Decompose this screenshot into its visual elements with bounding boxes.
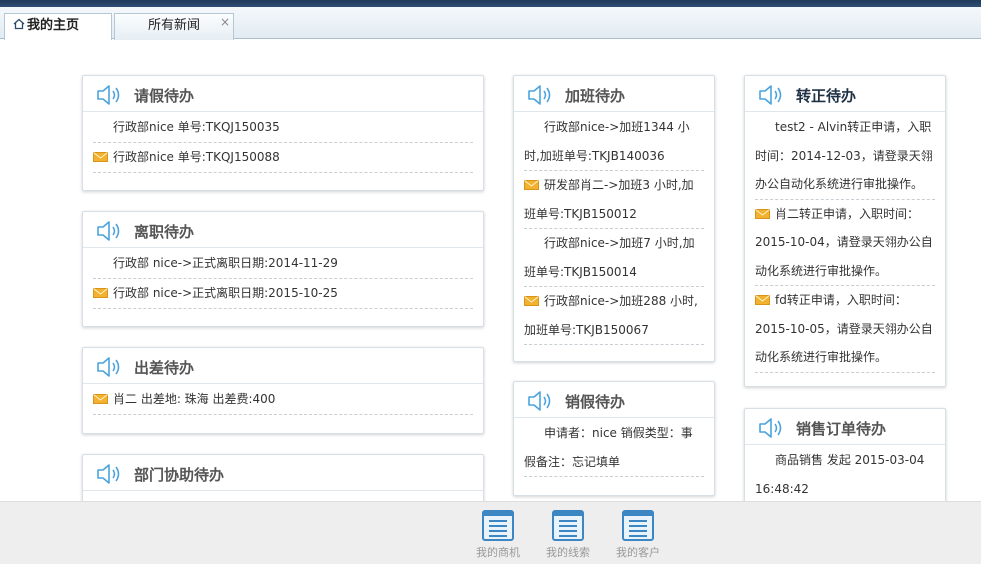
dashboard: 请假待办 行政部nice 单号:TKQJ150035 行政部nice 单号:TK… (0, 40, 981, 501)
panel-trip: 出差待办 肖二 出差地: 珠海 出差费:400 (82, 347, 484, 434)
panel-cancel-leave: 销假待办 申请者：nice 销假类型：事假备注：忘记填单 (513, 381, 715, 496)
panel-leave: 请假待办 行政部nice 单号:TKQJ150035 行政部nice 单号:TK… (82, 75, 484, 191)
tab-label: 我的主页 (27, 18, 80, 33)
speaker-icon (97, 464, 120, 484)
my-opportunities-button[interactable]: 我的商机 (468, 510, 528, 560)
speaker-icon (759, 85, 782, 105)
mail-icon (524, 180, 539, 190)
mail-icon (93, 288, 108, 298)
my-leads-button[interactable]: 我的线索 (538, 510, 598, 560)
speaker-icon (97, 221, 120, 241)
list-item[interactable]: 研发部肖二->加班3 小时,加班单号:TKJB150012 (524, 171, 704, 229)
panel-header: 请假待办 (83, 76, 483, 112)
list-item[interactable]: 行政部nice 单号:TKQJ150088 (93, 143, 473, 173)
list-item[interactable]: 商品销售 发起 2015-03-04 16:48:42 (755, 446, 935, 501)
list-icon (552, 510, 584, 541)
panel-header: 销售订单待办 (745, 409, 945, 445)
speaker-icon (97, 85, 120, 105)
panel-title: 离职待办 (134, 223, 195, 241)
panel-title: 加班待办 (565, 87, 626, 105)
list-item[interactable]: 行政部nice 单号:TKQJ150035 (93, 113, 473, 143)
panel-header: 部门协助待办 (83, 455, 483, 491)
my-customers-button[interactable]: 我的客户 (608, 510, 668, 560)
list-item[interactable]: 申请者：nice 销假类型：事假备注：忘记填单 (524, 419, 704, 477)
close-icon[interactable]: × (220, 10, 230, 34)
panel-regularization: 转正待办 test2 - Alvin转正申请，入职时间：2014-12-03，请… (744, 75, 946, 387)
panel-resign: 离职待办 行政部 nice->正式离职日期:2014-11-29 行政部 nic… (82, 211, 484, 327)
speaker-icon (528, 391, 551, 411)
tab-all-news[interactable]: 所有新闻 × (114, 13, 234, 40)
home-icon (13, 18, 25, 30)
list-icon (482, 510, 514, 541)
mail-icon (524, 296, 539, 306)
tab-bar: 我的主页 所有新闻 × (0, 7, 981, 41)
list-icon (622, 510, 654, 541)
panel-title: 出差待办 (134, 359, 195, 377)
list-item[interactable]: 行政部 nice->正式离职日期:2015-10-25 (93, 279, 473, 309)
top-banner (0, 0, 981, 7)
speaker-icon (759, 418, 782, 438)
panel-title: 请假待办 (134, 87, 195, 105)
panel-dept-assist: 部门协助待办 (82, 454, 484, 501)
list-item[interactable]: 肖二转正申请，入职时间：2015-10-04，请登录天翎办公自动化系统进行审批操… (755, 200, 935, 286)
list-item[interactable]: test2 - Alvin转正申请，入职时间：2014-12-03，请登录天翎办… (755, 113, 935, 200)
panel-sales-order: 销售订单待办 商品销售 发起 2015-03-04 16:48:42 (744, 408, 946, 501)
list-item[interactable]: fd转正申请，入职时间：2015-10-05，请登录天翎办公自动化系统进行审批操… (755, 286, 935, 373)
panel-header: 加班待办 (514, 76, 714, 112)
panel-title: 销售订单待办 (796, 420, 887, 438)
panel-header: 离职待办 (83, 212, 483, 248)
speaker-icon (528, 85, 551, 105)
tab-my-home[interactable]: 我的主页 (4, 13, 112, 41)
list-item[interactable]: 行政部 nice->正式离职日期:2014-11-29 (93, 249, 473, 279)
list-item[interactable]: 行政部nice->加班1344 小时,加班单号:TKJB140036 (524, 113, 704, 171)
panel-title: 部门协助待办 (134, 466, 225, 484)
panel-overtime: 加班待办 行政部nice->加班1344 小时,加班单号:TKJB140036 … (513, 75, 715, 362)
panel-title: 销假待办 (565, 393, 626, 411)
tab-label: 所有新闻 (147, 18, 200, 33)
list-item[interactable]: 行政部nice->加班288 小时,加班单号:TKJB150067 (524, 287, 704, 345)
mail-icon (93, 152, 108, 162)
mail-icon (755, 208, 770, 219)
panel-header: 出差待办 (83, 348, 483, 384)
mail-icon (755, 295, 770, 305)
bottom-toolbar: 我的商机 我的线索 我的客户 (0, 501, 981, 564)
list-item[interactable]: 肖二 出差地: 珠海 出差费:400 (93, 385, 473, 415)
mail-icon (93, 394, 108, 404)
panel-header: 转正待办 (745, 76, 945, 112)
panel-header: 销假待办 (514, 382, 714, 418)
list-item[interactable]: 行政部nice->加班7 小时,加班单号:TKJB150014 (524, 229, 704, 287)
panel-title: 转正待办 (796, 87, 857, 105)
speaker-icon (97, 357, 120, 377)
